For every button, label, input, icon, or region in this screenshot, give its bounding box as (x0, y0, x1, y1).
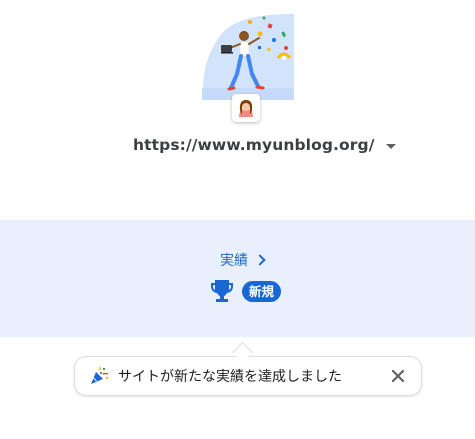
achievement-row: 新規 (208, 278, 282, 304)
achievement-toast: サイトが新たな実績を達成しました (74, 356, 422, 396)
user-avatar-icon (235, 97, 257, 119)
site-selector[interactable]: https://www.myunblog.org/ (133, 135, 397, 155)
search-console-page: https://www.myunblog.org/ 実績 新規 サイトが新たな実… (0, 0, 475, 439)
caret-down-icon (386, 143, 397, 149)
achievements-section: 実績 新規 (0, 220, 475, 337)
achievements-link[interactable]: 実績 (220, 250, 266, 270)
party-popper-icon (91, 366, 109, 384)
achievements-link-label: 実績 (220, 253, 248, 269)
woman-with-laptop-illustration (202, 14, 294, 100)
toast-content: サイトが新たな実績を達成しました (89, 357, 342, 395)
close-icon (391, 369, 405, 383)
hero-illustration (202, 14, 294, 100)
avatar (232, 94, 260, 122)
chevron-right-icon (254, 254, 266, 266)
new-badge: 新規 (242, 280, 282, 302)
toast-message: サイトが新たな実績を達成しました (118, 369, 342, 385)
toast-close-button[interactable] (389, 367, 407, 385)
site-url: https://www.myunblog.org/ (133, 136, 375, 154)
trophy-icon (211, 280, 233, 302)
